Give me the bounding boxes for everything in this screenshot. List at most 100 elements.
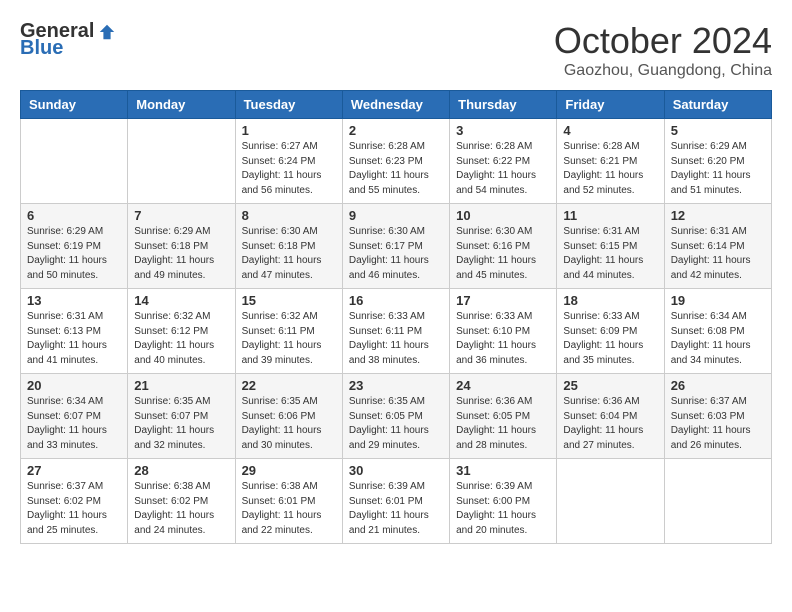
day-number: 18 (563, 293, 657, 308)
calendar-cell: 9 Sunrise: 6:30 AM Sunset: 6:17 PM Daylig… (342, 204, 449, 289)
day-number: 10 (456, 208, 550, 223)
day-info: Sunrise: 6:33 AM Sunset: 6:11 PM Dayligh… (349, 310, 443, 368)
day-info: Sunrise: 6:29 AM Sunset: 6:18 PM Dayligh… (134, 225, 228, 283)
day-info: Sunrise: 6:35 AM Sunset: 6:07 PM Dayligh… (134, 395, 228, 453)
logo: General Blue (20, 20, 116, 60)
calendar-table: SundayMondayTuesdayWednesdayThursdayFrid… (20, 90, 772, 544)
calendar-cell (21, 119, 128, 204)
header-monday: Monday (128, 91, 235, 119)
header-thursday: Thursday (450, 91, 557, 119)
day-number: 6 (27, 208, 121, 223)
day-info: Sunrise: 6:38 AM Sunset: 6:02 PM Dayligh… (134, 480, 228, 538)
day-number: 26 (671, 378, 765, 393)
day-info: Sunrise: 6:37 AM Sunset: 6:02 PM Dayligh… (27, 480, 121, 538)
month-title: October 2024 (554, 20, 772, 62)
header-saturday: Saturday (664, 91, 771, 119)
day-info: Sunrise: 6:29 AM Sunset: 6:20 PM Dayligh… (671, 140, 765, 198)
day-number: 22 (242, 378, 336, 393)
day-number: 13 (27, 293, 121, 308)
calendar-cell: 4 Sunrise: 6:28 AM Sunset: 6:21 PM Daylig… (557, 119, 664, 204)
calendar-cell: 11Sunrise: 6:31 AM Sunset: 6:15 PM Dayli… (557, 204, 664, 289)
day-info: Sunrise: 6:32 AM Sunset: 6:12 PM Dayligh… (134, 310, 228, 368)
header-tuesday: Tuesday (235, 91, 342, 119)
day-number: 9 (349, 208, 443, 223)
calendar-cell: 10 Sunrise: 6:30 AM Sunset: 6:16 PM Dayli… (450, 204, 557, 289)
day-number: 29 (242, 463, 336, 478)
calendar-cell: 20 Sunrise: 6:34 AM Sunset: 6:07 PM Dayli… (21, 374, 128, 459)
location-subtitle: Gaozhou, Guangdong, China (554, 62, 772, 80)
day-info: Sunrise: 6:34 AM Sunset: 6:08 PM Dayligh… (671, 310, 765, 368)
day-number: 8 (242, 208, 336, 223)
calendar-week-3: 13Sunrise: 6:31 AM Sunset: 6:13 PM Dayli… (21, 289, 772, 374)
day-number: 28 (134, 463, 228, 478)
day-number: 24 (456, 378, 550, 393)
calendar-cell: 3 Sunrise: 6:28 AM Sunset: 6:22 PM Daylig… (450, 119, 557, 204)
calendar-cell: 22 Sunrise: 6:35 AM Sunset: 6:06 PM Dayli… (235, 374, 342, 459)
calendar-cell: 17Sunrise: 6:33 AM Sunset: 6:10 PM Dayli… (450, 289, 557, 374)
day-number: 4 (563, 123, 657, 138)
day-number: 5 (671, 123, 765, 138)
day-info: Sunrise: 6:35 AM Sunset: 6:05 PM Dayligh… (349, 395, 443, 453)
calendar-week-4: 20 Sunrise: 6:34 AM Sunset: 6:07 PM Dayli… (21, 374, 772, 459)
header-sunday: Sunday (21, 91, 128, 119)
logo-blue: Blue (20, 37, 63, 60)
day-number: 17 (456, 293, 550, 308)
day-info: Sunrise: 6:38 AM Sunset: 6:01 PM Dayligh… (242, 480, 336, 538)
day-number: 20 (27, 378, 121, 393)
calendar-cell: 31 Sunrise: 6:39 AM Sunset: 6:00 PM Dayli… (450, 459, 557, 544)
calendar-cell: 25 Sunrise: 6:36 AM Sunset: 6:04 PM Dayli… (557, 374, 664, 459)
calendar-cell: 18 Sunrise: 6:33 AM Sunset: 6:09 PM Dayli… (557, 289, 664, 374)
day-info: Sunrise: 6:27 AM Sunset: 6:24 PM Dayligh… (242, 140, 336, 198)
day-info: Sunrise: 6:30 AM Sunset: 6:16 PM Dayligh… (456, 225, 550, 283)
title-section: October 2024 Gaozhou, Guangdong, China (554, 20, 772, 80)
day-info: Sunrise: 6:39 AM Sunset: 6:00 PM Dayligh… (456, 480, 550, 538)
day-info: Sunrise: 6:39 AM Sunset: 6:01 PM Dayligh… (349, 480, 443, 538)
calendar-cell: 16 Sunrise: 6:33 AM Sunset: 6:11 PM Dayli… (342, 289, 449, 374)
day-info: Sunrise: 6:33 AM Sunset: 6:09 PM Dayligh… (563, 310, 657, 368)
day-info: Sunrise: 6:35 AM Sunset: 6:06 PM Dayligh… (242, 395, 336, 453)
day-number: 3 (456, 123, 550, 138)
day-number: 14 (134, 293, 228, 308)
day-number: 7 (134, 208, 228, 223)
day-number: 21 (134, 378, 228, 393)
day-number: 15 (242, 293, 336, 308)
calendar-cell: 5 Sunrise: 6:29 AM Sunset: 6:20 PM Daylig… (664, 119, 771, 204)
logo-icon (98, 23, 116, 41)
day-number: 27 (27, 463, 121, 478)
day-info: Sunrise: 6:34 AM Sunset: 6:07 PM Dayligh… (27, 395, 121, 453)
day-number: 31 (456, 463, 550, 478)
day-number: 23 (349, 378, 443, 393)
day-info: Sunrise: 6:32 AM Sunset: 6:11 PM Dayligh… (242, 310, 336, 368)
day-number: 1 (242, 123, 336, 138)
day-info: Sunrise: 6:30 AM Sunset: 6:17 PM Dayligh… (349, 225, 443, 283)
calendar-header-row: SundayMondayTuesdayWednesdayThursdayFrid… (21, 91, 772, 119)
calendar-cell: 21 Sunrise: 6:35 AM Sunset: 6:07 PM Dayli… (128, 374, 235, 459)
calendar-cell: 27 Sunrise: 6:37 AM Sunset: 6:02 PM Dayli… (21, 459, 128, 544)
page-header: General Blue October 2024 Gaozhou, Guang… (20, 20, 772, 80)
day-number: 19 (671, 293, 765, 308)
day-info: Sunrise: 6:31 AM Sunset: 6:14 PM Dayligh… (671, 225, 765, 283)
day-number: 11 (563, 208, 657, 223)
day-info: Sunrise: 6:28 AM Sunset: 6:21 PM Dayligh… (563, 140, 657, 198)
day-info: Sunrise: 6:30 AM Sunset: 6:18 PM Dayligh… (242, 225, 336, 283)
day-number: 25 (563, 378, 657, 393)
calendar-cell: 8 Sunrise: 6:30 AM Sunset: 6:18 PM Daylig… (235, 204, 342, 289)
day-info: Sunrise: 6:28 AM Sunset: 6:23 PM Dayligh… (349, 140, 443, 198)
day-info: Sunrise: 6:29 AM Sunset: 6:19 PM Dayligh… (27, 225, 121, 283)
day-info: Sunrise: 6:28 AM Sunset: 6:22 PM Dayligh… (456, 140, 550, 198)
day-number: 2 (349, 123, 443, 138)
day-info: Sunrise: 6:37 AM Sunset: 6:03 PM Dayligh… (671, 395, 765, 453)
calendar-cell: 1 Sunrise: 6:27 AM Sunset: 6:24 PM Daylig… (235, 119, 342, 204)
calendar-cell: 13Sunrise: 6:31 AM Sunset: 6:13 PM Dayli… (21, 289, 128, 374)
header-wednesday: Wednesday (342, 91, 449, 119)
day-number: 16 (349, 293, 443, 308)
calendar-cell: 24Sunrise: 6:36 AM Sunset: 6:05 PM Dayli… (450, 374, 557, 459)
calendar-cell: 14 Sunrise: 6:32 AM Sunset: 6:12 PM Dayli… (128, 289, 235, 374)
header-friday: Friday (557, 91, 664, 119)
calendar-cell: 23 Sunrise: 6:35 AM Sunset: 6:05 PM Dayli… (342, 374, 449, 459)
calendar-cell: 19 Sunrise: 6:34 AM Sunset: 6:08 PM Dayli… (664, 289, 771, 374)
calendar-cell: 30Sunrise: 6:39 AM Sunset: 6:01 PM Dayli… (342, 459, 449, 544)
calendar-cell: 28 Sunrise: 6:38 AM Sunset: 6:02 PM Dayli… (128, 459, 235, 544)
calendar-cell: 26 Sunrise: 6:37 AM Sunset: 6:03 PM Dayli… (664, 374, 771, 459)
day-info: Sunrise: 6:36 AM Sunset: 6:04 PM Dayligh… (563, 395, 657, 453)
